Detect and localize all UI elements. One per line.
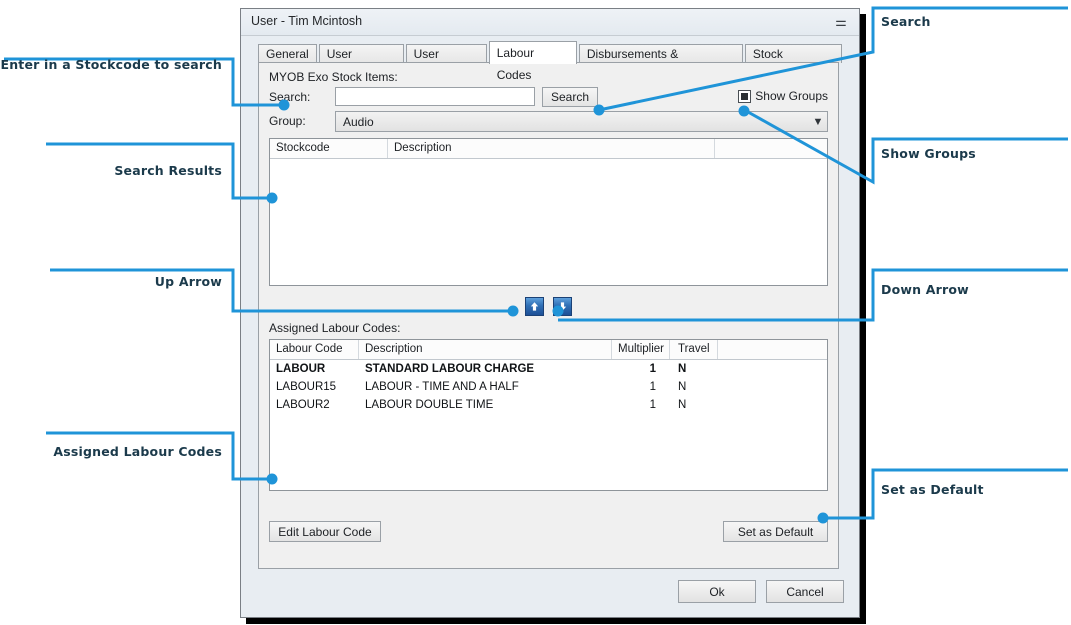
tab-disbursements-allowances[interactable]: Disbursements & Allowances [578,44,743,80]
cell-spacer [718,378,827,396]
annotation-down-arrow: Down Arrow [881,282,969,297]
cell-description: LABOUR - TIME AND A HALF [365,381,519,393]
ok-button[interactable]: Ok [678,580,756,603]
annotation-show-groups: Show Groups [881,146,976,161]
user-dialog-window: User - Tim Mcintosh ⚌ General User Setti… [240,8,860,618]
cell-multiplier: 1 [649,399,656,411]
labour-codes-panel: MYOB Exo Stock Items: Search: Search Sho… [258,62,839,569]
show-groups-checkbox-group: Show Groups [738,87,828,105]
tab-general[interactable]: General [258,44,317,63]
column-header-labour-code[interactable]: Labour Code [270,340,359,359]
search-label: Search: [269,90,311,104]
cell-spacer [718,396,827,414]
table-row[interactable]: LABOUR STANDARD LABOUR CHARGE 1 N [270,360,827,378]
annotation-search-results: Search Results [114,163,222,178]
assigned-labour-codes-grid[interactable]: Labour Code Description Multiplier Trave… [269,339,828,491]
tab-user-groups[interactable]: User Groups [405,44,487,80]
column-header-multiplier[interactable]: Multiplier [612,340,670,359]
down-arrow-icon[interactable] [553,297,572,316]
cell-travel: N [678,399,687,411]
show-groups-checkbox[interactable] [738,89,752,103]
move-buttons-group [259,297,838,316]
group-label: Group: [269,114,306,128]
annotation-set-as-default: Set as Default [881,482,984,497]
assigned-grid-header: Labour Code Description Multiplier Trave… [270,340,827,360]
search-input[interactable] [335,87,535,106]
chevron-down-icon: ▼ [812,115,824,128]
column-header-description[interactable]: Description [388,139,715,158]
stock-items-heading: MYOB Exo Stock Items: [269,70,398,84]
cell-labour-code: LABOUR2 [276,399,330,411]
cell-multiplier: 1 [649,381,656,393]
cell-description: LABOUR DOUBLE TIME [365,399,494,411]
cell-multiplier: 1 [649,363,656,375]
cell-travel: N [678,381,687,393]
annotation-search: Search [881,14,931,29]
column-header-spacer[interactable] [718,340,827,359]
tab-stock-locations[interactable]: Stock Locations [744,44,842,80]
annotation-assigned-labour-codes: Assigned Labour Codes [53,444,222,459]
column-header-description[interactable]: Description [359,340,612,359]
column-header-travel[interactable]: Travel [670,340,718,359]
column-header-spacer[interactable] [715,139,827,158]
dialog-footer-buttons: Ok Cancel [678,580,844,603]
annotation-up-arrow: Up Arrow [154,274,222,289]
annotation-stockcode-search: Enter in a Stockcode to search [0,57,222,72]
table-row[interactable]: LABOUR15 LABOUR - TIME AND A HALF 1 N [270,378,827,396]
assigned-labour-codes-heading: Assigned Labour Codes: [269,321,401,335]
search-results-grid[interactable]: Stockcode Description [269,138,828,286]
column-header-stockcode[interactable]: Stockcode [270,139,388,158]
show-groups-label: Show Groups [755,89,828,103]
cell-labour-code: LABOUR15 [276,381,337,393]
search-button[interactable]: Search [542,87,598,107]
title-bar: User - Tim Mcintosh ⚌ [241,9,859,36]
search-results-header: Stockcode Description [270,139,827,159]
tab-labour-codes[interactable]: Labour Codes [488,41,577,82]
up-arrow-icon[interactable] [525,297,544,316]
tab-strip: General User Settings User Groups Labour… [258,41,844,82]
group-select[interactable]: Audio ▼ [335,111,828,132]
close-icon[interactable]: ⚌ [832,13,850,30]
group-selected-value: Audio [343,114,374,129]
table-row[interactable]: LABOUR2 LABOUR DOUBLE TIME 1 N [270,396,827,414]
cell-travel: N [678,363,687,375]
edit-labour-code-button[interactable]: Edit Labour Code [269,521,381,542]
window-title: User - Tim Mcintosh [251,14,363,28]
set-as-default-button[interactable]: Set as Default [723,521,828,542]
tab-user-settings[interactable]: User Settings [318,44,404,80]
cell-spacer [718,360,827,378]
cancel-button[interactable]: Cancel [766,580,844,603]
assigned-grid-body: LABOUR STANDARD LABOUR CHARGE 1 N LABOUR15 LA… [270,360,827,414]
cell-labour-code: LABOUR [276,363,326,375]
cell-description: STANDARD LABOUR CHARGE [365,363,535,375]
